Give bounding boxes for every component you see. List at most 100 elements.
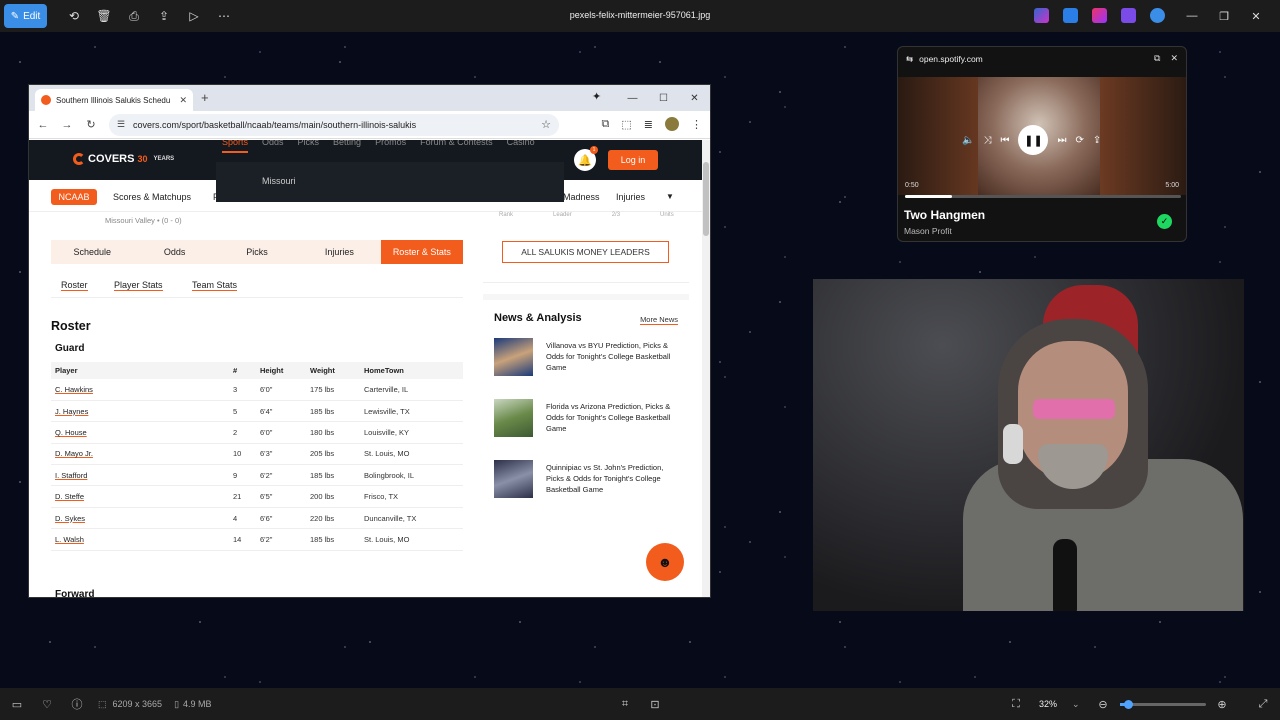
zoom-level[interactable]: 32% xyxy=(1039,699,1057,709)
news-item[interactable]: Villanova vs BYU Prediction, Picks & Odd… xyxy=(494,338,680,378)
player-name-link[interactable]: L. Walsh xyxy=(51,528,233,551)
subtab-team-stats[interactable]: Team Stats xyxy=(192,280,238,291)
menu-item-betting[interactable]: Betting xyxy=(333,140,361,153)
miniplayer-close-icon[interactable]: ✕ xyxy=(1170,53,1178,64)
zoom-slider-knob[interactable] xyxy=(1124,700,1133,709)
player-name-link[interactable]: C. Hawkins xyxy=(51,379,233,401)
subtab-roster[interactable]: Roster xyxy=(61,280,88,291)
menu-item-promos[interactable]: Promos xyxy=(375,140,406,153)
designer-icon[interactable] xyxy=(1063,8,1078,23)
browser-maximize-icon[interactable]: ☐ xyxy=(648,93,679,104)
clipchamp-icon[interactable] xyxy=(1092,8,1107,23)
browser-minimize-icon[interactable]: — xyxy=(617,93,648,104)
tab-roster-stats[interactable]: Roster & Stats xyxy=(380,240,464,264)
menu-item-odds[interactable]: Odds xyxy=(262,140,284,153)
new-tab-icon[interactable]: + xyxy=(201,90,209,105)
delete-icon[interactable]: 🗑 xyxy=(89,4,119,28)
money-leaders-button[interactable]: ALL SALUKIS MONEY LEADERS xyxy=(502,241,669,263)
extensions-icon[interactable]: ⧉ xyxy=(602,118,610,131)
chevron-down-icon[interactable]: ▼ xyxy=(666,192,674,201)
url-input[interactable]: ☰ covers.com/sport/basketball/ncaab/team… xyxy=(109,114,559,136)
menu-item-forum[interactable]: Forum & Contests xyxy=(420,140,493,153)
volume-icon[interactable]: 🔈 xyxy=(962,135,974,146)
subnav-madness[interactable]: Madness xyxy=(563,192,600,202)
tab-odds[interactable]: Odds xyxy=(133,240,215,264)
screenshot-icon[interactable]: ⬚ xyxy=(621,118,631,131)
fit-to-window-icon[interactable]: ⛶ xyxy=(1001,698,1031,711)
minimize-icon[interactable]: — xyxy=(1176,10,1208,22)
subnav-injuries[interactable]: Injuries xyxy=(616,192,645,202)
info-icon[interactable]: ⓘ xyxy=(62,696,92,712)
ocr-icon[interactable]: ⊡ xyxy=(640,698,670,711)
player-name-link[interactable]: I. Stafford xyxy=(51,464,233,487)
tab-injuries[interactable]: Injuries xyxy=(298,240,380,264)
menu-item-casino[interactable]: Casino xyxy=(507,140,535,153)
browser-tab[interactable]: Southern Illinois Salukis Schedu ✕ xyxy=(35,89,193,111)
print-icon[interactable]: ⎙ xyxy=(119,4,149,28)
favorite-heart-icon[interactable]: ♡ xyxy=(32,698,62,711)
player-name-link[interactable]: D. Steffe xyxy=(51,485,233,508)
subtab-player-stats[interactable]: Player Stats xyxy=(114,280,163,291)
notifications-bell-icon[interactable]: 🔔 1 xyxy=(574,146,598,171)
track-progress-bar[interactable] xyxy=(905,195,1181,198)
chat-widget-icon[interactable]: ☻ xyxy=(646,543,684,581)
more-options-icon[interactable]: ⋯ xyxy=(209,4,239,28)
player-name-link[interactable]: D. Mayo Jr. xyxy=(51,443,233,466)
reading-list-icon[interactable]: ≣ xyxy=(644,118,653,131)
player-name-link[interactable]: Q. House xyxy=(51,421,233,444)
edit-button[interactable]: ✎ Edit xyxy=(4,4,47,28)
ncaab-badge[interactable]: NCAAB xyxy=(51,189,97,205)
filmstrip-icon[interactable]: ▭ xyxy=(2,698,32,711)
profile-avatar[interactable] xyxy=(665,117,679,131)
forward-icon[interactable]: → xyxy=(55,119,79,131)
menu-item-picks[interactable]: Picks xyxy=(298,140,320,153)
login-button[interactable]: Log in xyxy=(608,150,658,170)
page-scrollbar[interactable] xyxy=(702,140,710,597)
subnav-scores[interactable]: Scores & Matchups xyxy=(113,192,191,202)
site-info-icon[interactable]: ☰ xyxy=(117,119,125,130)
tab-close-icon[interactable]: ✕ xyxy=(179,95,187,106)
repeat-icon[interactable]: ⟳ xyxy=(1075,135,1083,146)
player-name-link[interactable]: D. Sykes xyxy=(51,507,233,530)
news-item[interactable]: Quinnipiac vs St. John's Prediction, Pic… xyxy=(494,460,680,500)
browser-close-icon[interactable]: ✕ xyxy=(679,93,710,104)
previous-icon[interactable]: ⏮ xyxy=(1000,135,1009,146)
artist-name[interactable]: Mason Profit xyxy=(904,226,952,236)
onedrive-icon[interactable] xyxy=(1150,8,1165,23)
next-icon[interactable]: ⏭ xyxy=(1057,135,1066,146)
shuffle-icon[interactable]: ⤨ xyxy=(983,135,991,146)
slideshow-icon[interactable]: ▷ xyxy=(179,4,209,28)
news-headline[interactable]: Florida vs Arizona Prediction, Picks & O… xyxy=(546,401,681,434)
gemini-icon[interactable]: ✦ xyxy=(592,90,601,103)
more-news-link[interactable]: More News xyxy=(640,315,678,325)
site-settings-icon[interactable]: ⇆ xyxy=(906,54,913,65)
share-icon[interactable]: ⇪ xyxy=(149,4,179,28)
player-name-link[interactable]: J. Haynes xyxy=(51,400,233,423)
pause-button[interactable]: ❚❚ xyxy=(1018,125,1049,155)
zoom-dropdown-icon[interactable]: ⌄ xyxy=(1072,699,1080,710)
menu-item-sports[interactable]: Sports xyxy=(222,140,249,153)
tab-picks[interactable]: Picks xyxy=(216,240,298,264)
fullscreen-icon[interactable]: ⤢ xyxy=(1248,698,1278,711)
back-to-tab-icon[interactable]: ⧉ xyxy=(1154,53,1160,64)
share-icon[interactable]: ⇪ xyxy=(1093,135,1101,146)
news-headline[interactable]: Quinnipiac vs St. John's Prediction, Pic… xyxy=(546,462,681,495)
bookmark-star-icon[interactable]: ☆ xyxy=(541,118,551,131)
copilot-icon[interactable] xyxy=(1034,8,1049,23)
song-title[interactable]: Two Hangmen xyxy=(904,208,985,222)
maximize-icon[interactable]: ❐ xyxy=(1208,10,1240,23)
news-item[interactable]: Florida vs Arizona Prediction, Picks & O… xyxy=(494,399,680,439)
dropdown-item-missouri[interactable]: Missouri xyxy=(262,176,296,186)
tab-schedule[interactable]: Schedule xyxy=(51,240,133,264)
saved-check-icon[interactable]: ✓ xyxy=(1157,214,1172,229)
browser-menu-icon[interactable]: ⋮ xyxy=(691,118,702,131)
close-icon[interactable]: ✕ xyxy=(1240,10,1272,23)
video-editor-icon[interactable] xyxy=(1121,8,1136,23)
scrollbar-thumb[interactable] xyxy=(703,162,709,236)
zoom-slider[interactable] xyxy=(1120,700,1206,709)
reload-icon[interactable]: ↻ xyxy=(79,118,103,131)
covers-logo[interactable]: COVERS 30 YEARS xyxy=(73,153,174,165)
news-headline[interactable]: Villanova vs BYU Prediction, Picks & Odd… xyxy=(546,340,681,373)
zoom-in-icon[interactable]: ⊕ xyxy=(1207,698,1237,711)
crop-icon[interactable]: ⌗ xyxy=(610,698,640,711)
